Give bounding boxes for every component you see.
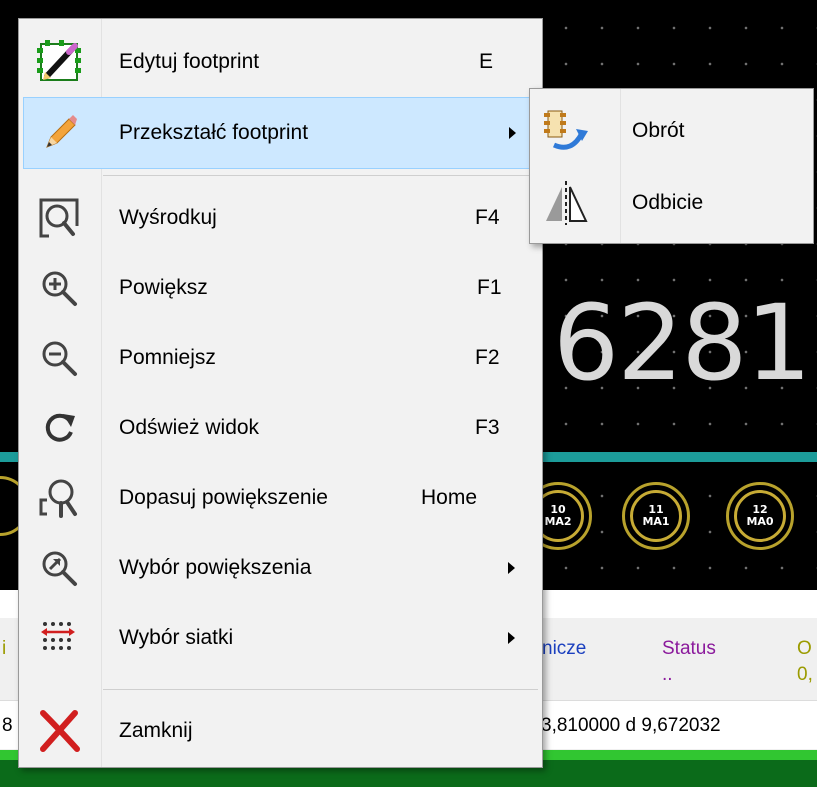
pad-11[interactable]: 11 MA1 [622, 482, 690, 550]
menu-item-label: Dopasuj powiększenie [119, 486, 328, 509]
close-icon [35, 707, 83, 755]
transform-submenu: Obrót Odbicie [529, 88, 814, 244]
menu-item-zoom-in[interactable]: Powiększ F1 [23, 253, 538, 323]
menu-item-label: Obrót [632, 119, 685, 142]
screen: 6281 10 MA2 11 MA1 12 MA0 i nicze Status… [0, 0, 817, 787]
zoom-select-icon [35, 544, 83, 592]
pencil-icon [35, 109, 83, 157]
status-value: .. [662, 664, 673, 685]
menu-item-mirror[interactable]: Odbicie [534, 167, 810, 239]
column-fragment-left: i [2, 638, 7, 659]
footprint-reference-text: 6281 [553, 282, 812, 404]
menu-item-shortcut: E [479, 50, 494, 73]
menu-item-label: Odbicie [632, 191, 704, 214]
mirror-icon [542, 179, 590, 227]
column-header-fragment-right: O [797, 638, 812, 659]
menu-item-refresh[interactable]: Odśwież widok F3 [23, 393, 538, 463]
menu-item-transform-footprint[interactable]: Przekształć footprint [23, 97, 538, 169]
menu-item-label: Powiększ [119, 276, 208, 299]
pad-name: MA1 [642, 515, 670, 528]
menu-item-shortcut: F1 [477, 276, 502, 299]
zoom-fit-icon [35, 474, 83, 522]
menu-item-rotate[interactable]: Obrót [534, 95, 810, 167]
menu-item-edit-footprint[interactable]: Edytuj footprint E [23, 27, 538, 97]
zoom-in-icon [35, 264, 83, 312]
menu-item-label: Edytuj footprint [119, 50, 260, 73]
menu-item-grid-select[interactable]: Wybór siatki [23, 603, 538, 673]
status-header: Status [662, 638, 716, 659]
pad-12[interactable]: 12 MA0 [726, 482, 794, 550]
menu-item-label: Wybór siatki [119, 626, 234, 649]
menu-item-shortcut: F4 [475, 206, 500, 229]
menu-item-shortcut: F3 [475, 416, 500, 439]
pad-name: MA0 [746, 515, 774, 528]
menu-item-label: Zamknij [119, 719, 193, 742]
column-value-fragment-right: 0, [797, 664, 813, 685]
cursor-coordinates: 3,810000 d 9,672032 [541, 715, 721, 736]
submenu-arrow-icon [508, 562, 515, 574]
zoom-center-icon [35, 194, 83, 242]
menu-item-zoom-fit[interactable]: Dopasuj powiększenie Home [23, 463, 538, 533]
edit-footprint-icon [35, 38, 83, 86]
context-menu: Edytuj footprint E Przekształć footprint [18, 18, 543, 768]
submenu-arrow-icon [508, 632, 515, 644]
menu-separator [103, 175, 538, 176]
grid-select-icon [35, 614, 83, 662]
coords-fragment-left: 8 [2, 715, 13, 736]
menu-item-label: Pomniejsz [119, 346, 216, 369]
menu-item-close[interactable]: Zamknij [23, 699, 538, 763]
menu-item-shortcut: Home [421, 486, 478, 509]
menu-item-zoom-select[interactable]: Wybór powiększenia [23, 533, 538, 603]
menu-item-center[interactable]: Wyśrodkuj F4 [23, 183, 538, 253]
menu-item-label: Odśwież widok [119, 416, 260, 439]
zoom-out-icon [35, 334, 83, 382]
submenu-arrow-icon [509, 127, 516, 139]
clearance-header: nicze [542, 638, 587, 659]
pad-name: MA2 [544, 515, 572, 528]
rotate-icon [542, 107, 590, 155]
menu-item-zoom-out[interactable]: Pomniejsz F2 [23, 323, 538, 393]
refresh-icon [35, 404, 83, 452]
menu-item-label: Przekształć footprint [119, 121, 309, 144]
menu-item-label: Wybór powiększenia [119, 556, 312, 579]
menu-separator [103, 689, 538, 690]
menu-item-shortcut: F2 [475, 346, 500, 369]
menu-item-label: Wyśrodkuj [119, 206, 217, 229]
